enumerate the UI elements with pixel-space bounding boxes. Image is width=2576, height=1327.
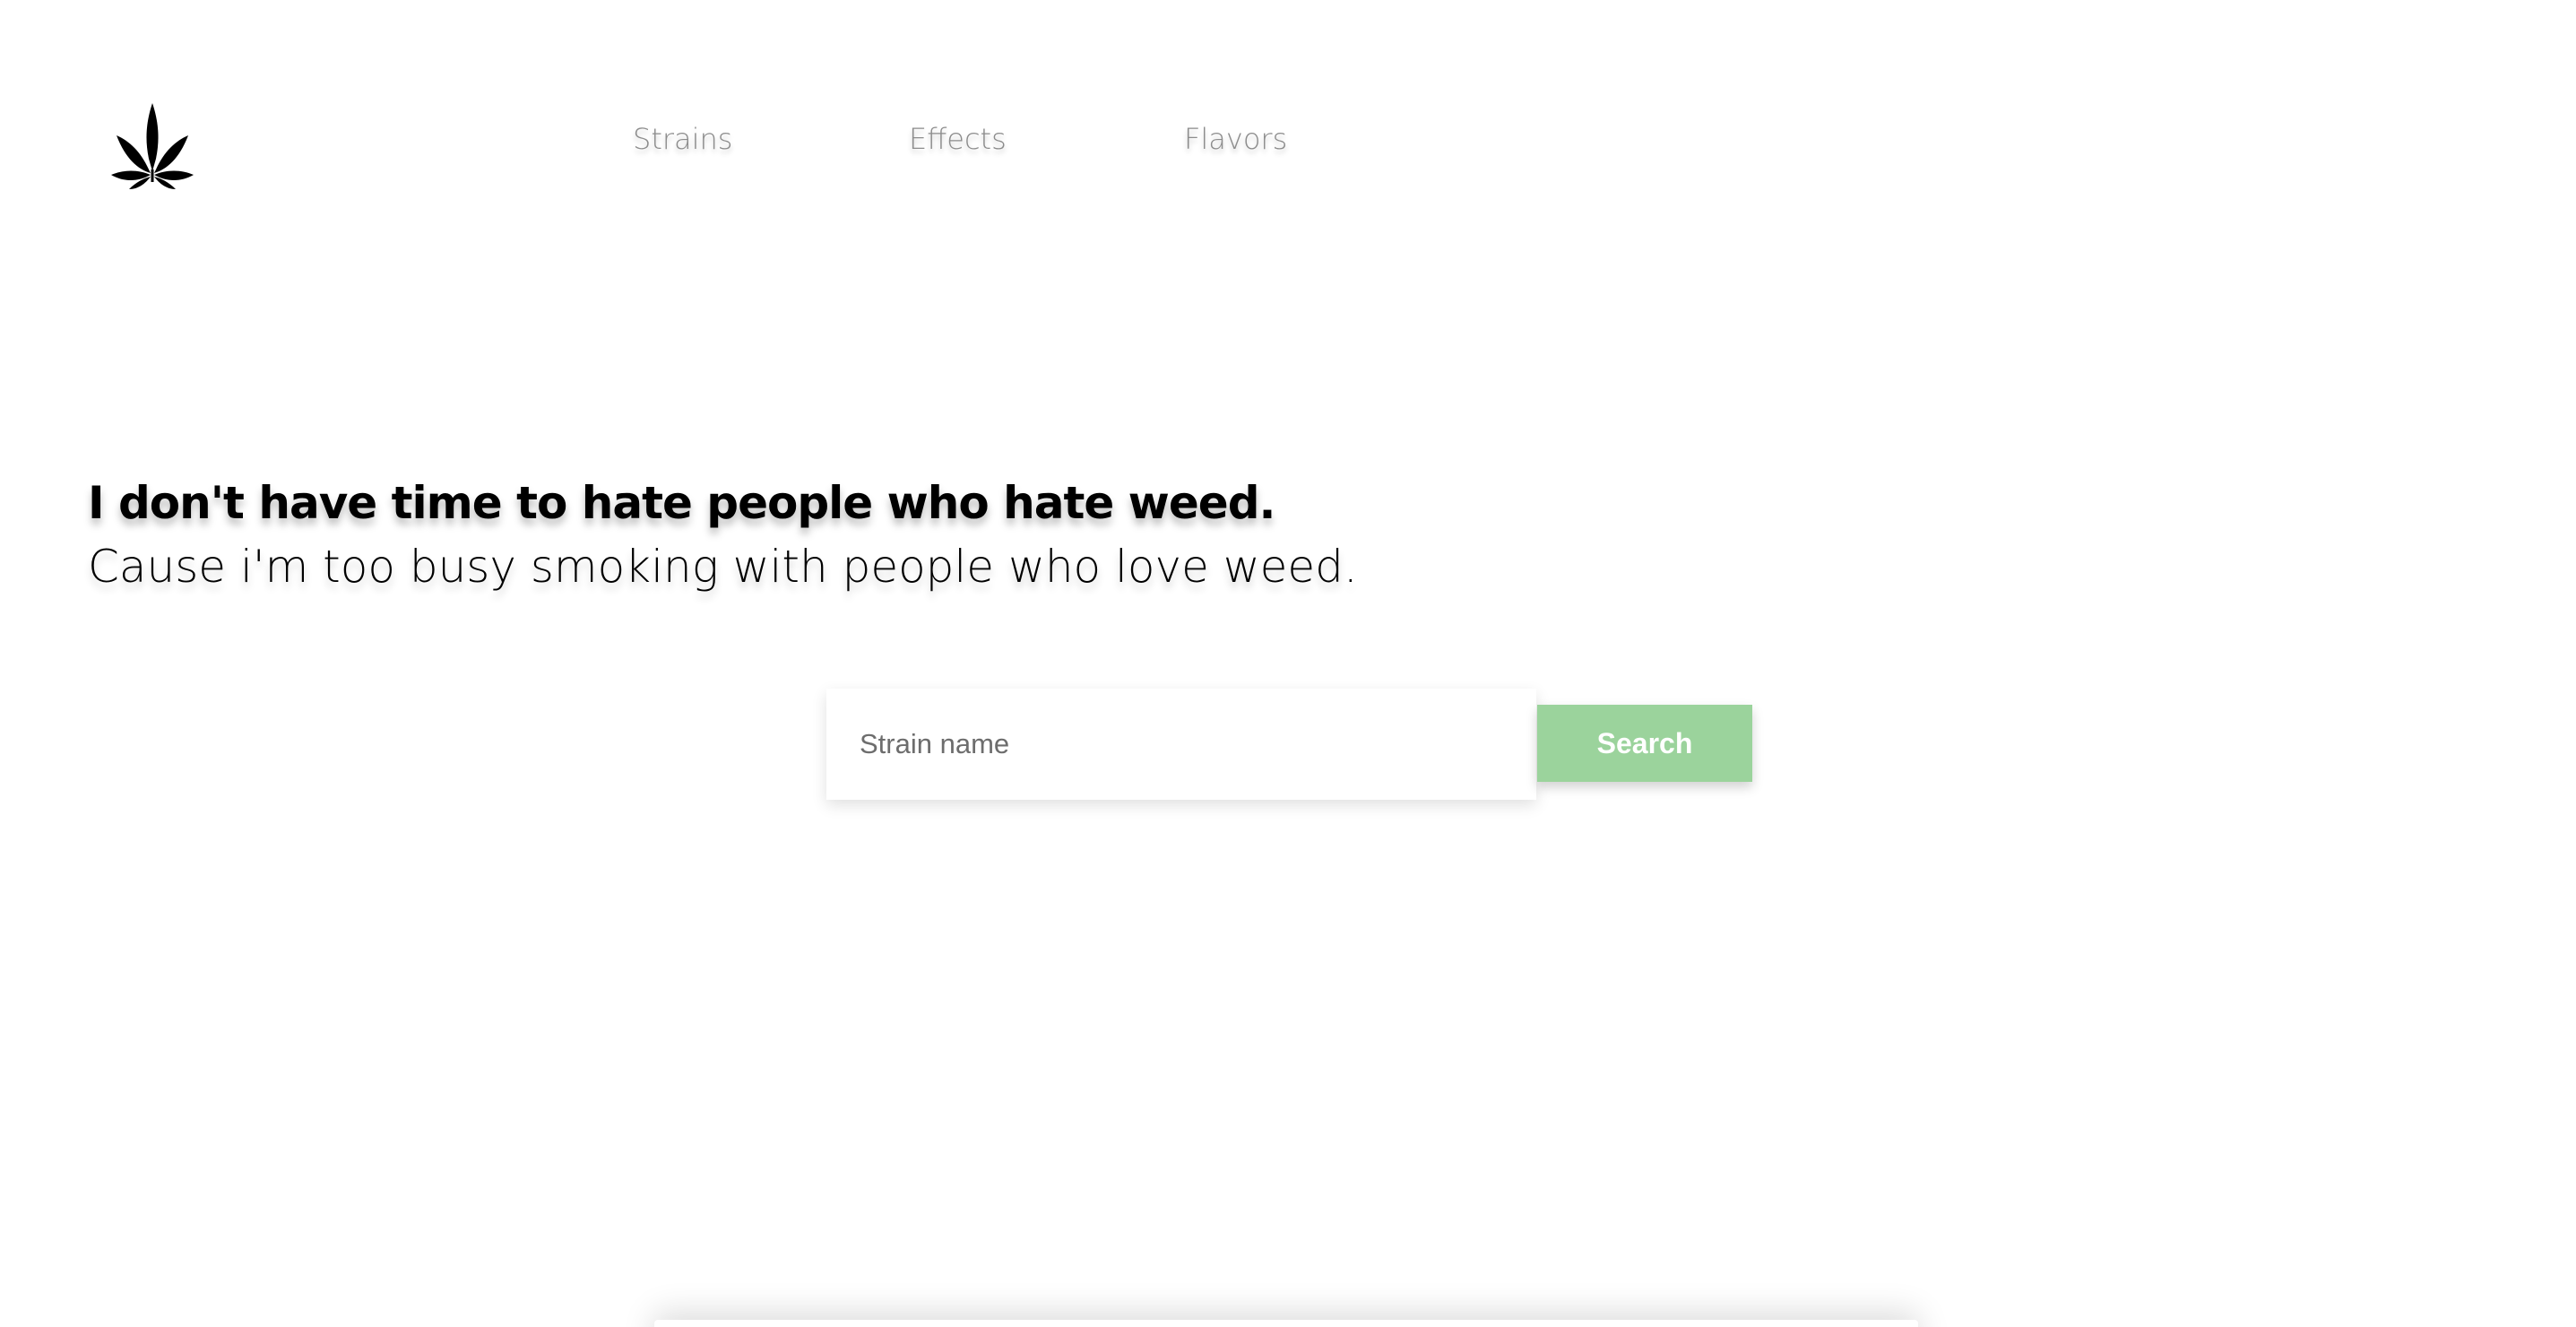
hero: I don't have time to hate people who hat…	[88, 470, 1358, 597]
search-box	[826, 689, 1536, 800]
hero-subtitle: Cause i'm too busy smoking with people w…	[88, 541, 1358, 593]
site-logo[interactable]	[111, 103, 194, 191]
nav-flavors[interactable]: Flavors	[1184, 122, 1287, 156]
search-button[interactable]: Search	[1537, 705, 1752, 782]
nav-strains[interactable]: Strains	[633, 122, 732, 156]
bottom-card	[654, 1320, 1918, 1327]
hero-title: I don't have time to hate people who hat…	[88, 477, 1275, 529]
cannabis-leaf-icon	[111, 103, 194, 189]
nav-effects[interactable]: Effects	[909, 122, 1007, 156]
strain-search-input[interactable]	[826, 689, 1536, 800]
